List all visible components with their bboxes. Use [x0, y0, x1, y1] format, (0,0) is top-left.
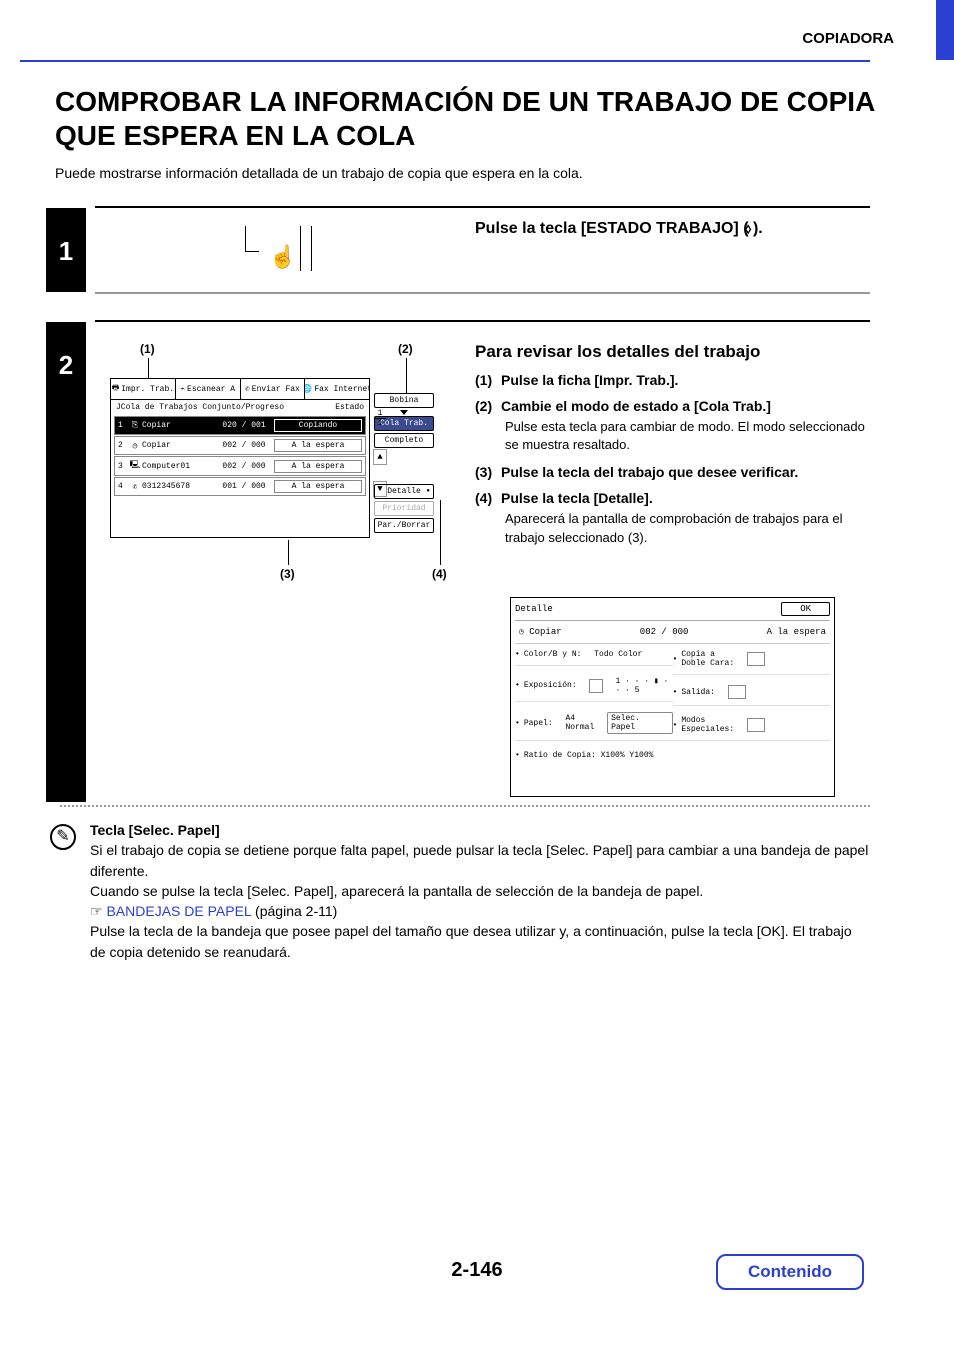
job-queue-screen: (1) (2) 🖶Impr. Trab. ⌁Escanear A ✆Enviar…	[110, 352, 435, 538]
detail-right-col: •Copia a Doble Cara: •Salida: •Modos Esp…	[673, 650, 831, 776]
note-heading: Tecla [Selec. Papel]	[90, 820, 870, 840]
job-row-4[interactable]: 4✆ 0312345678 001 / 000 A la espera	[114, 477, 366, 496]
detail-ui[interactable]: Detalle OK ◷ Copiar 002 / 000 A la esper…	[510, 597, 835, 797]
callout-2: (2)	[398, 342, 413, 356]
tab-impr-trab[interactable]: 🖶Impr. Trab.	[111, 379, 176, 399]
computer-icon: 🖳	[128, 459, 142, 473]
header-section-label: COPIADORA	[802, 30, 894, 47]
step2-top-rule	[95, 320, 870, 322]
note-section: ✎ Tecla [Selec. Papel] Si el trabajo de …	[90, 820, 870, 962]
instruction-3: (3)Pulse la tecla del trabajo que desee …	[475, 464, 870, 480]
job-row-3[interactable]: 3🖳 Computer01 002 / 000 A la espera	[114, 456, 366, 476]
hand-pointer-icon: ☝	[269, 244, 296, 270]
detail-left-col: •Color/B y N: Todo Color •Exposición: 1 …	[515, 650, 673, 776]
pencil-icon: ✎	[50, 824, 76, 850]
tab-escanear[interactable]: ⌁Escanear A	[176, 379, 241, 399]
header-rule	[20, 60, 870, 62]
detail-title: Detalle	[515, 604, 553, 614]
ok-button[interactable]: OK	[781, 602, 830, 616]
arrow-down-icon	[400, 410, 408, 415]
callout-4: (4)	[432, 567, 447, 581]
step2-heading: Para revisar los detalles del trabajo	[475, 342, 870, 362]
completo-button[interactable]: Completo	[374, 433, 434, 448]
scanner-icon: ⌁	[180, 384, 185, 394]
prioridad-button[interactable]: Prioridad	[374, 501, 434, 516]
tabs-row: 🖶Impr. Trab. ⌁Escanear A ✆Enviar Fax 🌐Fa…	[111, 379, 369, 400]
clock-icon: ◷	[128, 441, 142, 451]
job-row-2[interactable]: 2◷ Copiar 002 / 000 A la espera	[114, 436, 366, 455]
note-p1: Si el trabajo de copia se detiene porque…	[90, 840, 870, 881]
fax-icon: ✆	[245, 384, 250, 394]
globe-icon: 🌐	[305, 384, 312, 394]
detail-subheader: ◷ Copiar 002 / 000 A la espera	[515, 625, 830, 644]
step1-bottom-rule	[95, 292, 870, 294]
page-title: COMPROBAR LA INFORMACIÓN DE UN TRABAJO D…	[55, 85, 875, 152]
step-number-1: 1	[46, 208, 86, 292]
tab-fax[interactable]: ✆Enviar Fax	[241, 379, 306, 399]
special-modes-icon	[747, 718, 765, 732]
note-divider	[60, 805, 870, 807]
printer-icon: 🖶	[112, 382, 120, 396]
intro-text: Puede mostrarse información detallada de…	[55, 165, 583, 181]
contenido-button[interactable]: Contenido	[716, 1254, 864, 1290]
par-borrar-button[interactable]: Par./Borrar	[374, 518, 434, 533]
note-p2: Cuando se pulse la tecla [Selec. Papel],…	[90, 881, 870, 901]
instruction-2: (2)Cambie el modo de estado a [Cola Trab…	[475, 398, 870, 454]
job-row-1[interactable]: 1⎘ Copiar 020 / 001 Copiando	[114, 416, 366, 435]
step-number-2: 2	[46, 322, 86, 802]
scroll-up-button[interactable]: ▲	[373, 449, 387, 465]
tab-ifax[interactable]: 🌐Fax Internet	[305, 379, 369, 399]
column-header: JCola de Trabajos Conjunto/Progreso Esta…	[111, 400, 369, 415]
callout-1: (1)	[140, 342, 155, 356]
clock-icon: ◷	[519, 628, 524, 637]
note-p3: Pulse la tecla de la bandeja que posee p…	[90, 921, 870, 962]
bandejas-link[interactable]: BANDEJAS DE PAPEL	[106, 903, 251, 919]
bobina-button[interactable]: Bobina	[374, 393, 434, 408]
duplex-icon	[747, 652, 765, 666]
step1-top-rule	[95, 206, 870, 208]
callout-3: (3)	[280, 567, 295, 581]
action-buttons: Detalle● Prioridad Par./Borrar	[374, 484, 434, 535]
header-accent	[936, 0, 954, 60]
detail-header: Detalle OK	[515, 602, 830, 621]
note-link-line: ☞ BANDEJAS DE PAPEL (página 2-11)	[90, 901, 870, 921]
instruction-4: (4)Pulse la tecla [Detalle]. Aparecerá l…	[475, 490, 870, 546]
page-indicator: 1 1	[374, 409, 386, 428]
instruction-1: (1)Pulse la ficha [Impr. Trab.].	[475, 372, 870, 388]
step2-instructions: Para revisar los detalles del trabajo (1…	[475, 342, 870, 557]
step1-instruction: Pulse la tecla [ESTADO TRABAJO] ( ). ⬨	[475, 220, 763, 238]
copy-icon: ⎘	[128, 421, 142, 430]
phone-icon: ✆	[128, 482, 142, 492]
status-job-icon: ⬨	[745, 220, 751, 237]
selec-papel-button[interactable]: Selec. Papel	[607, 712, 672, 734]
detalle-button[interactable]: Detalle●	[374, 484, 434, 499]
queue-ui[interactable]: 🖶Impr. Trab. ⌁Escanear A ✆Enviar Fax 🌐Fa…	[110, 378, 370, 538]
detail-screen-figure: Detalle OK ◷ Copiar 002 / 000 A la esper…	[510, 597, 835, 797]
output-icon	[728, 685, 746, 699]
exposure-icon	[589, 679, 602, 693]
